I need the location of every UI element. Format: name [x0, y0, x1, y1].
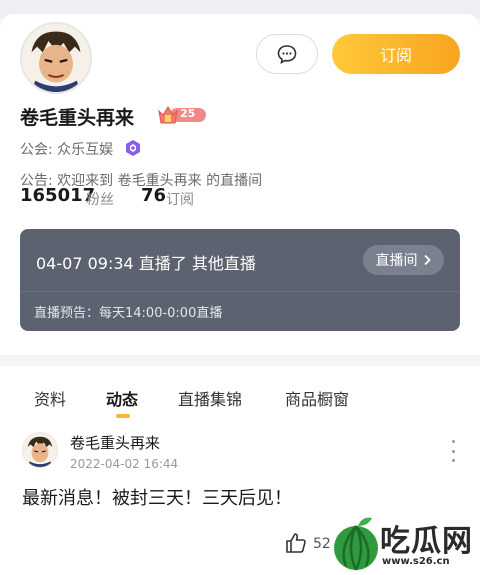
post-author-avatar[interactable]	[22, 432, 58, 468]
live-status-card[interactable]: 04-07 09:34 直播了 其他直播 直播间 直播预告：每天14:00-0:…	[20, 229, 460, 331]
watermark-logo: 吃瓜网 www.s26.cn	[332, 512, 480, 575]
last-live-line: 04-07 09:34 直播了 其他直播	[36, 254, 256, 273]
divider	[20, 291, 460, 292]
chevron-right-icon	[423, 254, 431, 266]
level-number: 25	[180, 107, 196, 120]
live-room-label: 直播间	[375, 253, 418, 269]
profile-card: 订阅 卷毛重头再来 25 公会: 众乐互娱 公告: 欢迎来到 卷毛重头再来 的直…	[0, 14, 480, 355]
streamer-name: 卷毛重头再来	[20, 107, 135, 129]
subscriptions-count[interactable]: 76	[141, 185, 166, 206]
tab-highlights[interactable]: 直播集锦	[178, 386, 242, 410]
post-content: 最新消息！被封三天！三天后见！	[22, 488, 292, 509]
tab-dynamics[interactable]: 动态	[106, 386, 138, 410]
content-section: 资料 动态 直播集锦 商品橱窗 卷毛重头再来 2022-04-02 16:44 …	[0, 366, 480, 575]
thumbs-up-icon[interactable]	[284, 531, 308, 555]
live-room-button[interactable]: 直播间	[363, 245, 444, 275]
level-badge: 25	[156, 103, 208, 127]
more-options-icon[interactable]	[448, 440, 458, 462]
active-tab-indicator	[116, 414, 130, 418]
guild-label[interactable]: 公会: 众乐互娱	[20, 139, 113, 159]
watermark-url: www.s26.cn	[382, 556, 450, 567]
live-schedule: 直播预告：每天14:00-0:00直播	[34, 306, 223, 321]
watermark-text: 吃瓜网	[380, 524, 473, 559]
tab-shop-window[interactable]: 商品橱窗	[285, 386, 349, 410]
watermelon-icon	[334, 517, 378, 571]
post-author-name[interactable]: 卷毛重头再来	[70, 432, 160, 453]
post-timestamp: 2022-04-02 16:44	[70, 457, 179, 471]
fans-count[interactable]: 165017	[20, 185, 95, 206]
subscriptions-label: 订阅	[166, 192, 194, 208]
message-button[interactable]	[256, 34, 318, 74]
like-count: 52	[313, 536, 331, 552]
fans-label: 粉丝	[86, 192, 114, 208]
crown-icon	[158, 106, 178, 124]
subscribe-button[interactable]: 订阅	[332, 34, 460, 74]
avatar[interactable]	[20, 22, 92, 94]
guild-badge-icon	[126, 140, 140, 156]
chat-bubble-icon	[277, 45, 297, 64]
tab-profile[interactable]: 资料	[34, 386, 66, 410]
